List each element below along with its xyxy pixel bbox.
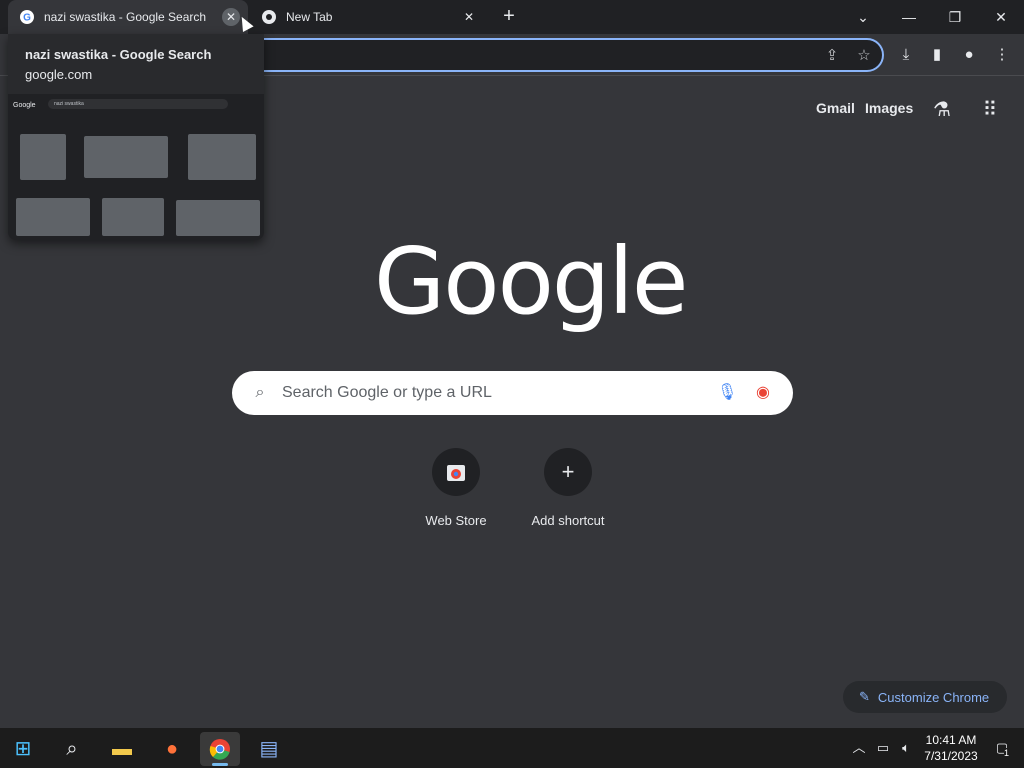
lens-camera-icon[interactable]: ◉ — [753, 383, 773, 403]
hover-card-preview: Google nazi swastika — [8, 94, 264, 240]
shortcut-label: Web Store — [425, 513, 487, 528]
minimize-button[interactable]: — — [898, 6, 920, 28]
tab-search-button[interactable]: ⌄ — [852, 6, 874, 28]
plus-icon: + — [544, 448, 592, 496]
google-logo: Google — [374, 228, 688, 335]
svg-text:G: G — [23, 13, 31, 24]
preview-thumbnail — [176, 200, 260, 236]
tab-new-tab[interactable]: New Tab ✕ — [250, 0, 486, 34]
profile-icon[interactable]: ● — [958, 44, 980, 66]
preview-thumbnail — [188, 134, 256, 180]
address-bar[interactable]: ⇪ ☆ — [200, 38, 884, 72]
notification-count: 1 — [1004, 748, 1010, 758]
menu-icon[interactable]: ⋮ — [991, 44, 1013, 66]
shortcut-label: Add shortcut — [531, 513, 605, 528]
tab-close-button[interactable]: ✕ — [460, 8, 478, 26]
star-icon[interactable]: ☆ — [854, 46, 874, 66]
web-store-icon — [432, 448, 480, 496]
chrome-icon — [262, 10, 276, 24]
tab-google-search[interactable]: G nazi swastika - Google Search ✕ — [8, 0, 248, 34]
clock-time: 10:41 AM — [925, 733, 977, 747]
preview-logo: Google — [13, 102, 36, 109]
preview-thumbnail — [16, 198, 90, 236]
close-window-button[interactable]: ✕ — [990, 6, 1012, 28]
tab-close-button[interactable]: ✕ — [222, 8, 240, 26]
hover-card-domain: google.com — [25, 67, 93, 82]
search-box[interactable]: ⌕ 🎙 ◉ — [232, 371, 793, 415]
windows-start-icon[interactable]: ⊞ — [3, 732, 43, 766]
tab-hover-card: nazi swastika - Google Search google.com… — [8, 34, 264, 240]
share-icon[interactable]: ⇪ — [822, 46, 842, 66]
network-icon[interactable]: ▭ — [874, 738, 892, 758]
customize-label: Customize Chrome — [877, 689, 990, 705]
pencil-icon: ✎ — [859, 689, 870, 704]
search-input[interactable] — [282, 371, 702, 415]
gmail-link[interactable]: Gmail — [816, 100, 855, 116]
labs-flask-icon[interactable]: ⚗ — [930, 98, 954, 122]
search-icon: ⌕ — [255, 384, 265, 401]
shortcut-web-store[interactable]: Web Store — [400, 448, 512, 538]
tab-strip: G nazi swastika - Google Search ✕ New Ta… — [0, 0, 1024, 34]
apps-grid-icon[interactable]: ⠿ — [978, 98, 1002, 122]
microphone-icon[interactable]: 🎙 — [717, 383, 737, 403]
firefox-icon[interactable]: ● — [152, 732, 192, 766]
preview-thumbnail — [102, 198, 164, 236]
file-explorer-icon[interactable]: ▬ — [102, 732, 142, 766]
search-icon[interactable]: ⌕ — [52, 732, 92, 766]
volume-icon[interactable]: 🔈︎ — [897, 738, 915, 758]
tab-title: nazi swastika - Google Search — [44, 10, 207, 24]
notepad-icon[interactable]: ▤ — [249, 732, 289, 766]
taskbar: ⊞ ⌕ ▬ ● ▤ ︿ ▭ 🔈︎ 10:41 AM 7/31/2023 ▢ 1 — [0, 728, 1024, 768]
new-tab-button[interactable]: + — [498, 6, 520, 28]
tab-title: New Tab — [286, 10, 333, 24]
system-clock[interactable]: 10:41 AM 7/31/2023 — [920, 732, 982, 764]
add-shortcut-button[interactable]: + Add shortcut — [512, 448, 624, 538]
preview-search-box: nazi swastika — [48, 99, 228, 109]
preview-thumbnail — [20, 134, 66, 180]
hover-card-title: nazi swastika - Google Search — [25, 47, 212, 62]
google-g-icon: G — [20, 10, 34, 24]
customize-chrome-button[interactable]: ✎ Customize Chrome — [843, 681, 1007, 713]
chrome-icon[interactable] — [200, 732, 240, 766]
restore-button[interactable]: ❐ — [944, 6, 966, 28]
download-icon[interactable]: ⤓ — [895, 44, 917, 66]
side-panel-icon[interactable]: ▮ — [926, 44, 948, 66]
images-link[interactable]: Images — [865, 100, 913, 116]
preview-thumbnail — [84, 136, 168, 178]
chevron-up-icon[interactable]: ︿ — [850, 738, 868, 758]
clock-date: 7/31/2023 — [924, 749, 978, 763]
